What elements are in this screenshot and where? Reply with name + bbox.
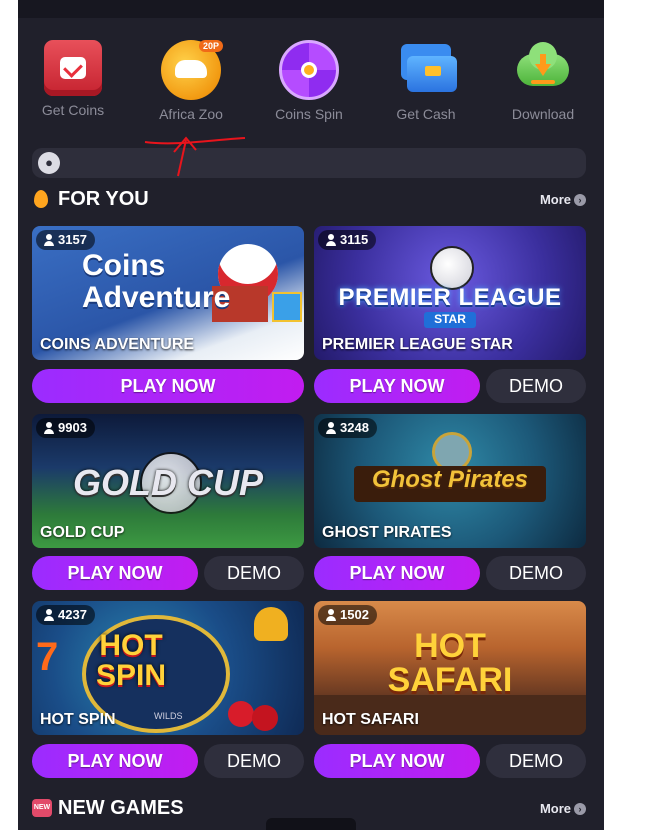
shortcut-download[interactable]: Download [488, 40, 598, 122]
cloud-download-icon [513, 40, 573, 100]
shortcut-africa-zoo[interactable]: 20P Africa Zoo [136, 40, 246, 122]
game-card-coins-adventure[interactable]: Coins Adventure 3157 COINS ADVENTURE [32, 226, 304, 360]
demo-button[interactable]: DEMO [204, 744, 304, 778]
user-icon [44, 422, 54, 434]
game-name: GOLD CUP [40, 524, 125, 541]
for-you-header: FOR YOU More › [32, 188, 586, 212]
play-now-button[interactable]: PLAY NOW [314, 556, 480, 590]
user-icon [44, 234, 54, 246]
game-card-ghost-pirates[interactable]: Ghost Pirates 3248 GHOST PIRATES [314, 414, 586, 548]
play-now-button[interactable]: PLAY NOW [314, 369, 480, 403]
game-name: COINS ADVENTURE [40, 336, 195, 353]
play-now-button[interactable]: PLAY NOW [32, 556, 198, 590]
shortcut-label: Africa Zoo [159, 106, 223, 122]
shortcut-label: Get Cash [396, 106, 456, 122]
credit-card-icon [397, 40, 457, 100]
game-name: HOT SAFARI [322, 711, 419, 728]
player-count: 4237 [36, 605, 95, 625]
shortcut-coins-spin[interactable]: Coins Spin [254, 40, 364, 122]
player-count: 3157 [36, 230, 95, 250]
user-icon [326, 422, 336, 434]
shortcut-label: Coins Spin [275, 106, 343, 122]
game-artwork: Coins Adventure [82, 249, 231, 314]
play-now-button[interactable]: PLAY NOW [32, 744, 198, 778]
game-artwork: PREMIER LEAGUE [338, 284, 562, 311]
user-icon [44, 609, 54, 621]
spin-wheel-icon [279, 40, 339, 100]
user-icon [326, 609, 336, 621]
player-count: 3115 [318, 230, 377, 250]
announcement-bar[interactable]: ● [32, 148, 586, 178]
demo-button[interactable]: DEMO [486, 369, 586, 403]
play-now-button[interactable]: PLAY NOW [32, 369, 304, 403]
wilds-label: WILDS [154, 711, 183, 721]
chevron-right-icon: › [574, 803, 586, 815]
demo-button[interactable]: DEMO [204, 556, 304, 590]
calendar-check-icon [44, 40, 102, 96]
game-name: HOT SPIN [40, 711, 116, 728]
game-card-premier-league-star[interactable]: PREMIER LEAGUE STAR 3115 PREMIER LEAGUE … [314, 226, 586, 360]
more-link[interactable]: More › [540, 801, 586, 816]
bell-icon [254, 607, 288, 641]
lucky-seven-icon: 7 [36, 635, 59, 679]
speaker-icon: ● [38, 152, 60, 174]
game-card-gold-cup[interactable]: GOLD CUP 9903 GOLD CUP [32, 414, 304, 548]
game-card-hot-spin[interactable]: HOT SPIN 7 WILDS 4237 HOT SPIN [32, 601, 304, 735]
section-title: NEW GAMES [58, 797, 184, 819]
shortcut-label: Get Coins [41, 102, 105, 118]
cherry-icon [228, 701, 254, 727]
game-name: PREMIER LEAGUE STAR [322, 336, 513, 353]
flame-icon [34, 190, 48, 208]
chevron-right-icon: › [574, 194, 586, 206]
shortcut-get-cash[interactable]: Get Cash [371, 40, 481, 122]
play-now-button[interactable]: PLAY NOW [314, 744, 480, 778]
player-count: 1502 [318, 605, 377, 625]
new-badge-icon: NEW [32, 799, 52, 817]
game-artwork: HOT SAFARI [387, 627, 513, 699]
game-artwork: GOLD CUP [72, 462, 263, 503]
shortcut-get-coins[interactable]: Get Coins [18, 40, 128, 118]
elephant-icon: 20P [161, 40, 223, 100]
game-artwork: HOT SPIN [96, 629, 167, 692]
top-bar [18, 0, 604, 18]
demo-button[interactable]: DEMO [486, 744, 586, 778]
more-link[interactable]: More › [540, 192, 586, 207]
app-screen: Get Coins 20P Africa Zoo Coins Spin Get … [18, 0, 604, 830]
demo-button[interactable]: DEMO [486, 556, 586, 590]
player-count: 9903 [36, 418, 95, 438]
shortcut-label: Download [511, 106, 575, 122]
game-artwork-subtitle: STAR [424, 312, 476, 328]
game-artwork: Ghost Pirates [371, 466, 529, 493]
points-badge: 20P [198, 40, 223, 52]
user-icon [326, 234, 336, 246]
game-card-hot-safari[interactable]: HOT SAFARI 1502 HOT SAFARI [314, 601, 586, 735]
player-count: 3248 [318, 418, 377, 438]
game-name: GHOST PIRATES [322, 524, 452, 541]
home-indicator [266, 818, 356, 830]
section-title: FOR YOU [58, 188, 149, 210]
